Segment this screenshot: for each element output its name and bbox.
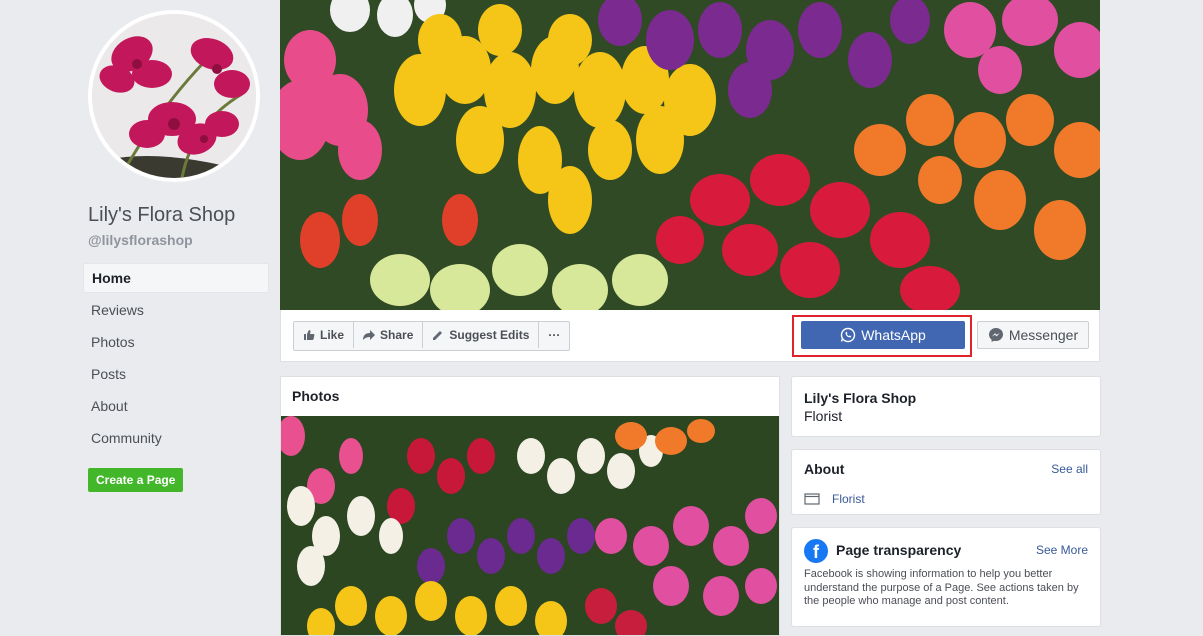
whatsapp-label: WhatsApp bbox=[861, 327, 926, 343]
profile-picture[interactable] bbox=[88, 10, 260, 182]
transparency-title: Page transparency bbox=[836, 542, 962, 558]
share-arrow-icon bbox=[363, 330, 376, 340]
info-category: Florist bbox=[804, 408, 843, 424]
whatsapp-icon bbox=[841, 327, 856, 343]
create-page-button[interactable]: Create a Page bbox=[88, 468, 184, 492]
page-nav: Home Reviews Photos Posts About Communit… bbox=[83, 263, 269, 455]
orchid-photo bbox=[92, 14, 256, 178]
nav-item-community[interactable]: Community bbox=[83, 423, 269, 453]
messenger-icon bbox=[988, 328, 1003, 342]
see-more-link[interactable]: See More bbox=[1036, 543, 1088, 557]
flag-icon bbox=[804, 493, 820, 505]
messenger-label: Messenger bbox=[1008, 327, 1079, 343]
photo-thumbnail[interactable] bbox=[281, 416, 779, 635]
more-options-button[interactable]: ··· bbox=[539, 322, 569, 348]
about-card: About See all Florist bbox=[791, 449, 1101, 515]
photos-card: Photos bbox=[280, 376, 780, 636]
like-button[interactable]: Like bbox=[294, 322, 355, 348]
about-category-row: Florist bbox=[804, 492, 865, 506]
page-transparency-card: f Page transparency See More Facebook is… bbox=[791, 527, 1101, 627]
transparency-description: Facebook is showing information to help … bbox=[804, 568, 1079, 607]
nav-item-posts[interactable]: Posts bbox=[83, 359, 269, 389]
tulips-photo bbox=[281, 416, 779, 635]
cover-photo[interactable] bbox=[280, 0, 1100, 310]
about-title: About bbox=[804, 461, 845, 477]
share-button[interactable]: Share bbox=[354, 322, 424, 348]
about-category-link[interactable]: Florist bbox=[832, 492, 865, 506]
thumbs-up-icon bbox=[304, 330, 315, 340]
nav-item-photos[interactable]: Photos bbox=[83, 327, 269, 357]
nav-item-reviews[interactable]: Reviews bbox=[83, 295, 269, 325]
nav-item-home[interactable]: Home bbox=[83, 263, 269, 293]
tulips-cover-image bbox=[280, 0, 1100, 310]
page-handle[interactable]: @lilysflorashop bbox=[88, 232, 193, 248]
page-info-card: Lily's Flora Shop Florist bbox=[791, 376, 1101, 437]
facebook-icon: f bbox=[804, 539, 828, 563]
more-dots-icon: ··· bbox=[548, 328, 561, 342]
action-button-group: Like Share Suggest Edits ··· bbox=[293, 321, 571, 351]
photos-title[interactable]: Photos bbox=[292, 388, 339, 404]
nav-item-about[interactable]: About bbox=[83, 391, 269, 421]
messenger-button[interactable]: Messenger bbox=[977, 321, 1089, 349]
whatsapp-button[interactable]: WhatsApp bbox=[801, 321, 965, 349]
info-page-name: Lily's Flora Shop bbox=[804, 390, 917, 406]
see-all-link[interactable]: See all bbox=[1051, 462, 1088, 476]
suggest-edits-label: Suggest Edits bbox=[449, 328, 530, 342]
pencil-icon bbox=[433, 331, 443, 340]
share-label: Share bbox=[380, 328, 414, 342]
page-name[interactable]: Lily's Flora Shop bbox=[88, 204, 235, 227]
page-action-bar: Like Share Suggest Edits ··· WhatsApp Me… bbox=[280, 310, 1100, 362]
suggest-edits-button[interactable]: Suggest Edits bbox=[423, 322, 540, 348]
like-label: Like bbox=[320, 328, 345, 342]
